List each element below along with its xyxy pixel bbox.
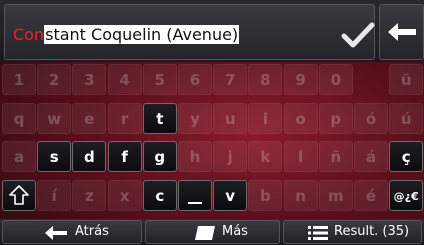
key-6: 6 bbox=[178, 64, 212, 95]
search-text: Constant Coquelin (Avenue) bbox=[13, 25, 240, 45]
key-2: 2 bbox=[37, 64, 72, 95]
key-u: u bbox=[213, 103, 248, 134]
key-q: q bbox=[2, 103, 36, 134]
key-3: 3 bbox=[72, 64, 107, 95]
key-á: á bbox=[354, 141, 388, 172]
key-h: h bbox=[178, 141, 212, 172]
shift-icon bbox=[9, 185, 29, 205]
key-y: y bbox=[178, 103, 212, 134]
key-9: 9 bbox=[283, 64, 318, 95]
key-1: 1 bbox=[2, 64, 36, 95]
key-z: z bbox=[72, 180, 107, 211]
key-ú: ú bbox=[389, 103, 424, 134]
key-4: 4 bbox=[107, 64, 142, 95]
key-ñ: ñ bbox=[318, 141, 353, 172]
key-@¿€[interactable]: @¿€ bbox=[389, 180, 424, 211]
more-button[interactable]: Más bbox=[145, 220, 280, 244]
key-r: r bbox=[107, 103, 142, 134]
key-v[interactable]: v bbox=[213, 180, 248, 211]
more-label: Más bbox=[222, 224, 248, 239]
key-e: e bbox=[72, 103, 107, 134]
key-7: 7 bbox=[213, 64, 248, 95]
results-button[interactable]: Result. (35) bbox=[283, 220, 422, 244]
shift-key[interactable] bbox=[2, 180, 36, 211]
key-f[interactable]: f bbox=[107, 141, 142, 172]
key-ç[interactable]: ç bbox=[389, 141, 424, 172]
key-t[interactable]: t bbox=[142, 103, 177, 134]
back-label: Atrás bbox=[75, 224, 109, 239]
autocomplete-suggestion: stant Coquelin (Avenue) bbox=[44, 25, 240, 44]
back-button[interactable]: Atrás bbox=[2, 220, 142, 244]
search-input[interactable]: Constant Coquelin (Avenue) bbox=[4, 4, 375, 60]
space-bar-icon bbox=[188, 202, 202, 204]
more-icon bbox=[195, 226, 215, 240]
key-w: w bbox=[37, 103, 72, 134]
backspace-button[interactable] bbox=[379, 4, 424, 60]
key-g[interactable]: g bbox=[142, 141, 177, 172]
list-icon bbox=[308, 226, 328, 240]
key-0: 0 bbox=[318, 64, 353, 95]
key-x: x bbox=[107, 180, 142, 211]
key-í: í bbox=[37, 180, 72, 211]
key-p: p bbox=[318, 103, 353, 134]
key-l: l bbox=[283, 141, 318, 172]
key-o: o bbox=[283, 103, 318, 134]
key-b: b bbox=[248, 180, 283, 211]
key-j: j bbox=[213, 141, 248, 172]
key-a: a bbox=[2, 141, 36, 172]
key-ü: ü bbox=[389, 64, 424, 95]
typed-text: Con bbox=[13, 25, 45, 44]
key-ó: ó bbox=[354, 103, 388, 134]
backspace-arrow-icon bbox=[388, 23, 416, 41]
key-i: i bbox=[248, 103, 283, 134]
key-m: m bbox=[318, 180, 353, 211]
key-d[interactable]: d bbox=[72, 141, 107, 172]
key-é: é bbox=[354, 180, 388, 211]
key-n: n bbox=[283, 180, 318, 211]
back-arrow-icon bbox=[45, 226, 67, 240]
key-5: 5 bbox=[142, 64, 177, 95]
key-c[interactable]: c bbox=[142, 180, 177, 211]
space-key[interactable] bbox=[178, 180, 212, 211]
key-s[interactable]: s bbox=[37, 141, 72, 172]
key-8: 8 bbox=[248, 64, 283, 95]
results-label: Result. (35) bbox=[334, 224, 410, 239]
confirm-checkmark-icon[interactable] bbox=[341, 21, 375, 49]
key-k: k bbox=[248, 141, 283, 172]
